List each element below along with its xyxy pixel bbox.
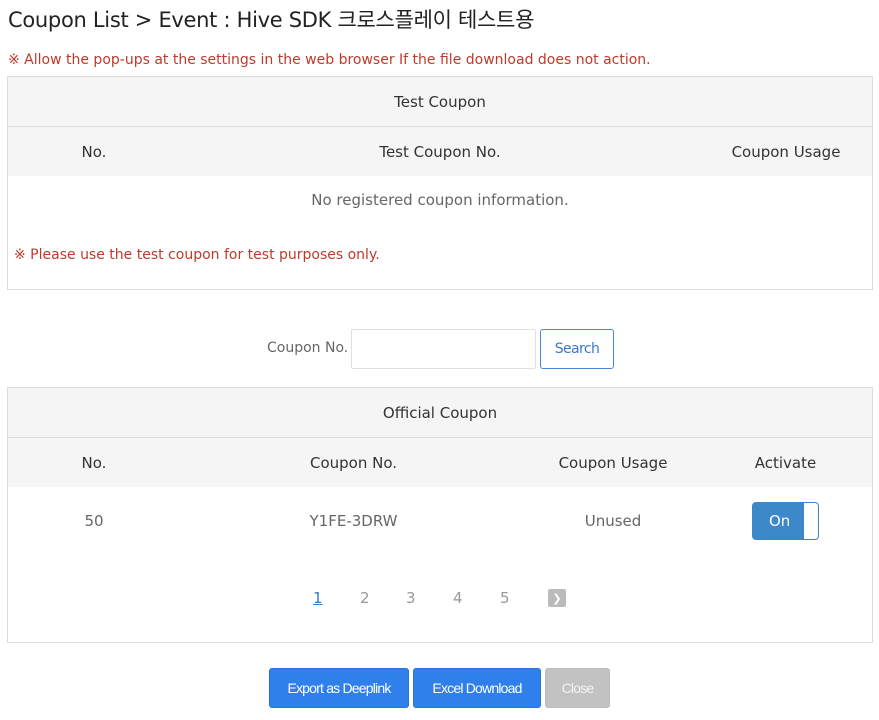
row-no: 50 [84,512,104,530]
coupon-search-input[interactable] [351,329,536,369]
page-link-1[interactable]: 1 [313,589,323,607]
search-button[interactable]: Search [540,329,614,369]
toggle-knob [803,503,818,539]
test-coupon-panel: Test Coupon No. Test Coupon No. Coupon U… [7,76,873,290]
chevron-right-icon[interactable]: ❯ [548,589,566,607]
popup-notice: ※ Allow the pop-ups at the settings in t… [8,52,651,68]
search-label: Coupon No. [267,340,349,356]
page-link-4[interactable]: 4 [453,589,463,607]
coupon-search-bar: Coupon No. Search [0,329,879,369]
toggle-label: On [769,512,791,530]
close-button[interactable]: Close [545,668,610,708]
column-header-activate: Activate [754,453,817,472]
empty-message: No registered coupon information. [311,191,569,209]
row-activate-cell: On [699,502,872,540]
page-link-3[interactable]: 3 [406,589,416,607]
export-deeplink-button[interactable]: Export as Deeplink [269,668,409,708]
official-coupon-table-header: No. Coupon No. Coupon Usage Activate [8,438,872,487]
test-coupon-table-header: No. Test Coupon No. Coupon Usage [8,127,872,176]
column-header-coupon-usage: Coupon Usage [731,142,841,161]
column-header-coupon-no: Coupon No. [309,453,398,472]
table-row: 50 Y1FE-3DRW Unused On [8,487,872,555]
page-link-2[interactable]: 2 [360,589,370,607]
official-coupon-panel: Official Coupon No. Coupon No. Coupon Us… [7,387,873,643]
page-title: Coupon List > Event : Hive SDK 크로스플레이 테스… [8,8,535,32]
row-coupon-no: Y1FE-3DRW [309,512,398,530]
pagination: 1 2 3 4 5 ❯ [8,587,872,613]
test-coupon-note: ※ Please use the test coupon for test pu… [14,247,380,263]
page-link-5[interactable]: 5 [500,589,510,607]
row-coupon-usage: Unused [584,512,642,530]
official-coupon-heading: Official Coupon [8,388,872,438]
column-header-coupon-usage: Coupon Usage [558,453,668,472]
test-coupon-heading: Test Coupon [8,77,872,127]
activate-toggle[interactable]: On [752,502,819,540]
column-header-no: No. [81,142,107,161]
column-header-no: No. [81,453,107,472]
column-header-test-coupon-no: Test Coupon No. [379,142,501,161]
excel-download-button[interactable]: Excel Download [413,668,541,708]
